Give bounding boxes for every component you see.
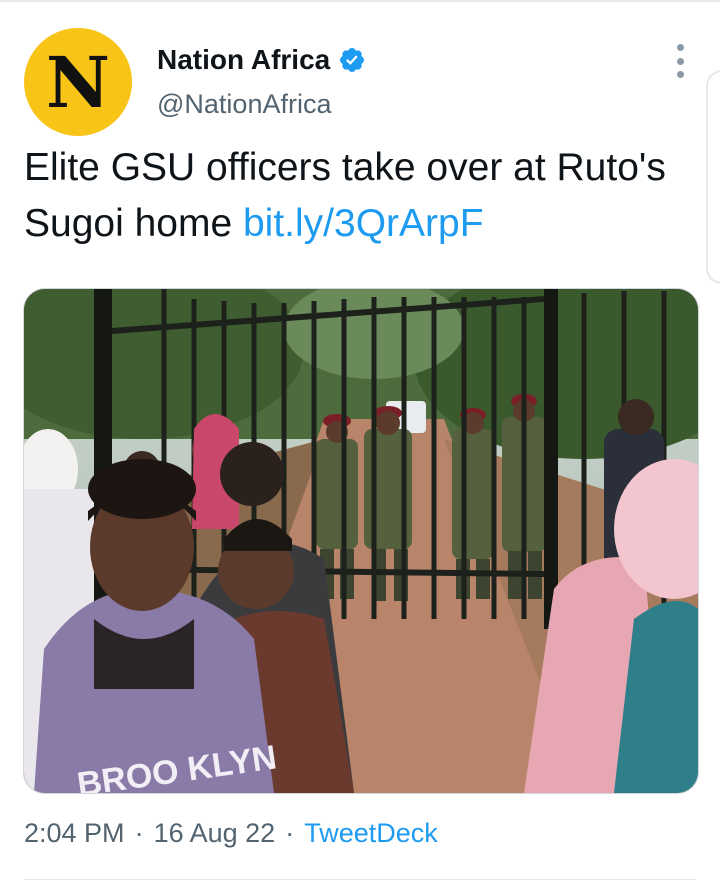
display-name[interactable]: Nation Africa xyxy=(157,44,330,76)
photo-illustration: BROO KLYN xyxy=(24,289,698,793)
tweet-source[interactable]: TweetDeck xyxy=(304,818,438,849)
more-vertical-icon[interactable] xyxy=(670,44,690,78)
verified-badge-icon xyxy=(340,48,365,72)
more-dot xyxy=(676,71,684,78)
meta-separator: · xyxy=(134,818,144,848)
tweet-link[interactable]: bit.ly/3QrArpF xyxy=(243,202,484,245)
bottom-divider xyxy=(24,879,696,880)
top-divider xyxy=(0,0,720,2)
avatar-letter: N xyxy=(46,41,110,124)
tweet-photo[interactable]: BROO KLYN xyxy=(23,288,699,794)
author-handle[interactable]: @NationAfrica xyxy=(157,89,331,120)
more-dot xyxy=(676,57,684,65)
more-dot xyxy=(676,44,684,51)
adjacent-card-edge xyxy=(706,70,720,284)
tweet-time[interactable]: 2:04 PM xyxy=(24,818,125,849)
meta-separator: · xyxy=(285,818,295,848)
tweet-text: Elite GSU officers take over at Ruto's S… xyxy=(24,140,704,252)
tweet-date[interactable]: 16 Aug 22 xyxy=(154,818,276,849)
tweet-meta: 2:04 PM · 16 Aug 22 · TweetDeck xyxy=(24,818,438,849)
author-name-row[interactable]: Nation Africa xyxy=(157,44,366,76)
avatar[interactable]: N xyxy=(24,28,132,136)
